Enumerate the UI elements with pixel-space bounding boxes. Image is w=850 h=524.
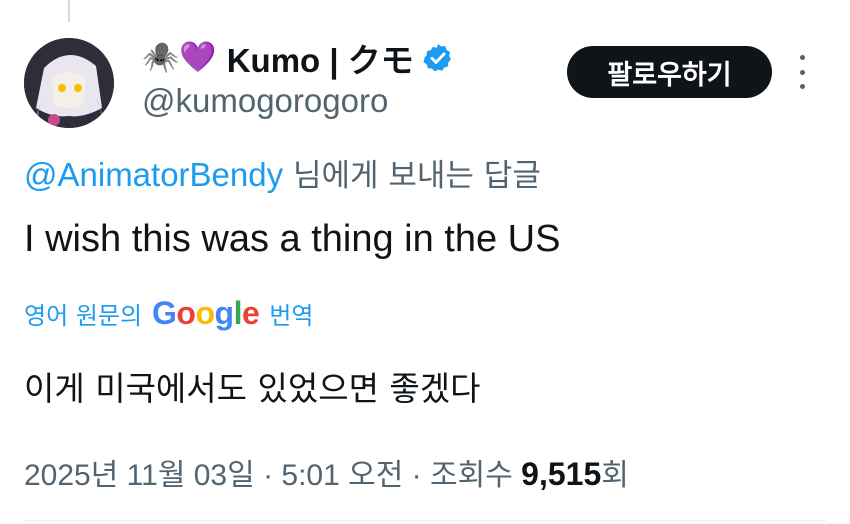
translated-text: 이게 미국에서도 있었으면 좋겠다 <box>24 369 481 408</box>
views-count: 9,515 <box>521 456 602 492</box>
tweet-text: I wish this was a thing in the US <box>24 218 561 260</box>
tweet-meta: 2025년 11월 03일 · 5:01 오전 · 조회수 9,515회 <box>24 450 629 494</box>
verified-badge-icon <box>423 44 451 72</box>
translation-prefix: 영어 원문의 <box>24 301 143 330</box>
author-handle[interactable]: @kumogorogoro <box>142 82 388 120</box>
more-dot <box>799 69 805 75</box>
author-name-row[interactable]: 🕷️💜 Kumo | クモ <box>142 36 454 80</box>
tweet-date[interactable]: 2025년 11월 03일 <box>24 459 255 492</box>
follow-button[interactable]: 팔로우하기 <box>567 46 772 98</box>
reply-mention-link[interactable]: @AnimatorBendy <box>24 156 283 193</box>
divider <box>24 520 826 521</box>
more-dot <box>799 55 805 60</box>
google-logo: Google <box>152 294 260 332</box>
avatar-image <box>24 38 114 128</box>
google-letter: e <box>241 294 260 331</box>
more-options-icon[interactable] <box>797 55 807 89</box>
meta-separator: · <box>403 459 431 492</box>
google-letter: G <box>152 294 177 331</box>
google-letter: l <box>233 294 243 331</box>
more-dot <box>799 84 805 89</box>
google-letter: o <box>195 294 215 331</box>
meta-separator: · <box>254 459 282 492</box>
translation-attribution[interactable]: 영어 원문의 Google 번역 <box>24 294 313 332</box>
reply-suffix: 님에게 보내는 답글 <box>283 158 541 194</box>
views-unit: 회 <box>601 459 629 492</box>
google-letter: g <box>214 294 235 331</box>
avatar[interactable] <box>24 38 114 128</box>
author-display-name[interactable]: Kumo | クモ <box>227 34 414 82</box>
views-label: 조회수 <box>430 459 513 492</box>
tweet-time[interactable]: 5:01 오전 <box>281 459 403 492</box>
reply-context: @AnimatorBendy 님에게 보내는 답글 <box>24 150 541 195</box>
thread-connector-line <box>68 0 70 22</box>
google-letter: o <box>176 294 196 331</box>
translation-suffix: 번역 <box>269 301 314 330</box>
spider-heart-emoji: 🕷️💜 <box>142 40 217 75</box>
